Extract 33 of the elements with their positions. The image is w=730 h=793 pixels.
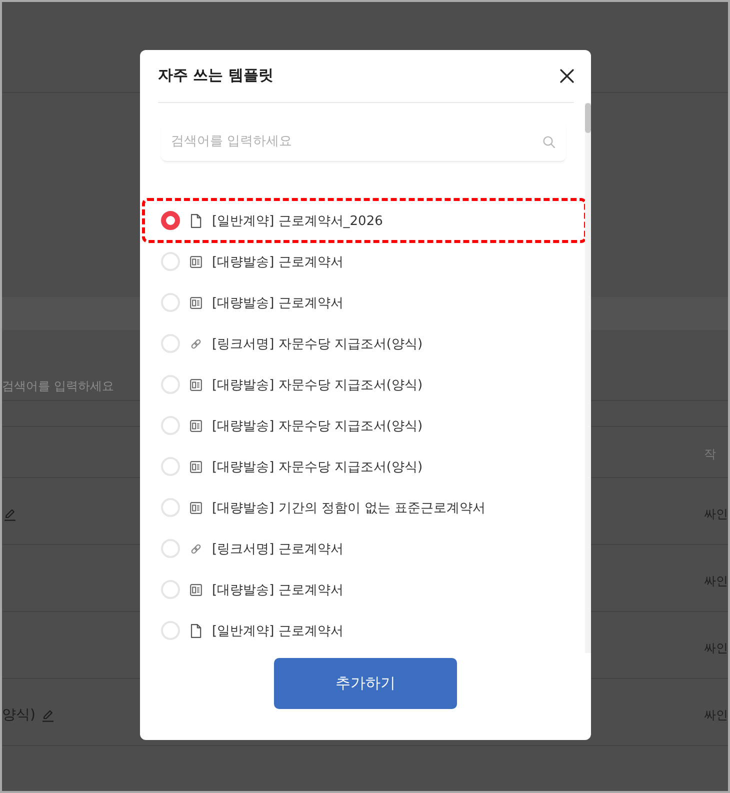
radio-button[interactable] [161,211,180,230]
search-field[interactable]: 검색어를 입력하세요 [161,122,566,162]
link-icon [190,338,202,350]
pencil-icon[interactable] [42,708,54,722]
template-label[interactable]: [링크서명] 근로계약서 [212,540,344,558]
template-label[interactable]: [일반계약] 근로계약서 [212,622,344,640]
scrollbar[interactable] [585,103,591,653]
template-label[interactable]: [링크서명] 자문수당 지급조서(양식) [212,334,423,352]
close-icon[interactable] [560,68,574,82]
card-icon [190,460,202,472]
card-icon [190,584,202,596]
scrollbar-thumb[interactable] [585,103,591,133]
template-label[interactable]: [대량발송] 근로계약서 [212,294,344,312]
template-label[interactable]: [대량발송] 자문수당 지급조서(양식) [212,416,423,434]
card-icon [190,378,202,390]
card-icon [190,256,202,268]
document-icon [190,214,202,228]
template-label[interactable]: [대량발송] 근로계약서 [212,580,344,598]
search-icon[interactable] [543,136,555,148]
template-label[interactable]: [대량발송] 기간의 정함이 없는 표준근로계약서 [212,498,486,516]
card-icon [190,420,202,432]
template-label[interactable]: [대량발송] 근로계약서 [212,252,344,270]
pencil-icon[interactable] [4,508,16,520]
link-icon [190,542,202,554]
card-icon [190,296,202,308]
add-button[interactable]: 추가하기 [274,658,457,709]
template-label[interactable]: [일반계약] 근로계약서_2026 [212,212,383,230]
card-icon [190,502,202,514]
template-label[interactable]: [대량발송] 자문수당 지급조서(양식) [212,376,423,394]
search-field[interactable]: 검색어를 입력하세요 [2,372,132,400]
document-icon [190,624,202,638]
dialog-title: 자주 쓰는 템플릿 [158,66,274,85]
template-label[interactable]: [대량발송] 자문수당 지급조서(양식) [212,458,423,476]
